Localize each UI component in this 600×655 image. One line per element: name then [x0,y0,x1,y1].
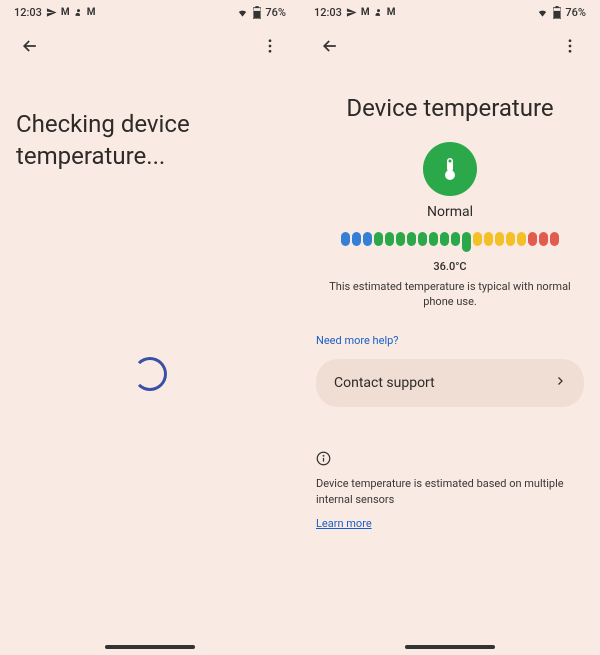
gauge-pip [407,232,416,246]
learn-more-link[interactable]: Learn more [316,517,372,530]
gauge-pip [528,232,537,246]
wifi-icon [536,7,549,18]
loading-spinner-icon [133,357,167,391]
chevron-right-icon [554,375,566,391]
status-time: 12:03 [14,6,42,19]
telegram-icon [346,7,357,18]
nav-handle[interactable] [105,645,195,649]
page-title: Checking device temperature... [16,108,284,173]
person-icon [374,8,383,17]
overflow-menu-button[interactable] [252,28,288,64]
toolbar [300,24,600,68]
m-icon-2: M [87,7,96,18]
person-icon [74,8,83,17]
overflow-menu-button[interactable] [552,28,588,64]
status-bar: 12:03 M M 76% [300,0,600,24]
contact-support-button[interactable]: Contact support [316,359,584,407]
gauge-pip [495,232,504,246]
status-time: 12:03 [314,6,342,19]
temp-description: This estimated temperature is typical wi… [316,279,584,310]
page-title: Device temperature [316,94,584,122]
toolbar [0,24,300,68]
nav-handle[interactable] [405,645,495,649]
gauge-pip [440,232,449,246]
gauge-pip [473,232,482,246]
battery-percent: 76% [265,6,286,19]
telegram-icon [46,7,57,18]
gauge-pip [429,232,438,246]
gauge-pip [418,232,427,246]
contact-support-label: Contact support [334,375,435,391]
temperature-gauge [316,232,584,252]
back-button[interactable] [312,28,348,64]
m-icon-2: M [387,7,396,18]
status-bar: 12:03 M M 76% [0,0,300,24]
gauge-pip [385,232,394,246]
gauge-pip [352,232,361,246]
gauge-pip [550,232,559,246]
m-icon: M [61,7,70,18]
battery-icon [253,6,261,19]
back-button[interactable] [12,28,48,64]
info-text: Device temperature is estimated based on… [316,476,584,509]
m-icon: M [361,7,370,18]
temp-status-label: Normal [316,204,584,220]
gauge-pip [374,232,383,246]
gauge-pip [363,232,372,246]
screen-result: 12:03 M M 76% Device temperature Normal … [300,0,600,655]
gauge-pip [451,232,460,246]
battery-percent: 76% [565,6,586,19]
gauge-pip [517,232,526,246]
battery-icon [553,6,561,19]
gauge-pip [506,232,515,246]
gauge-pip [462,232,471,252]
gauge-pip [484,232,493,246]
gauge-pip [341,232,350,246]
gauge-pip [539,232,548,246]
gauge-pip [396,232,405,246]
wifi-icon [236,7,249,18]
info-icon [316,451,331,470]
need-help-link[interactable]: Need more help? [316,334,584,347]
temp-value: 36.0°C [316,260,584,273]
thermometer-icon [423,142,477,196]
screen-loading: 12:03 M M 76% Checking device temperatur… [0,0,300,655]
